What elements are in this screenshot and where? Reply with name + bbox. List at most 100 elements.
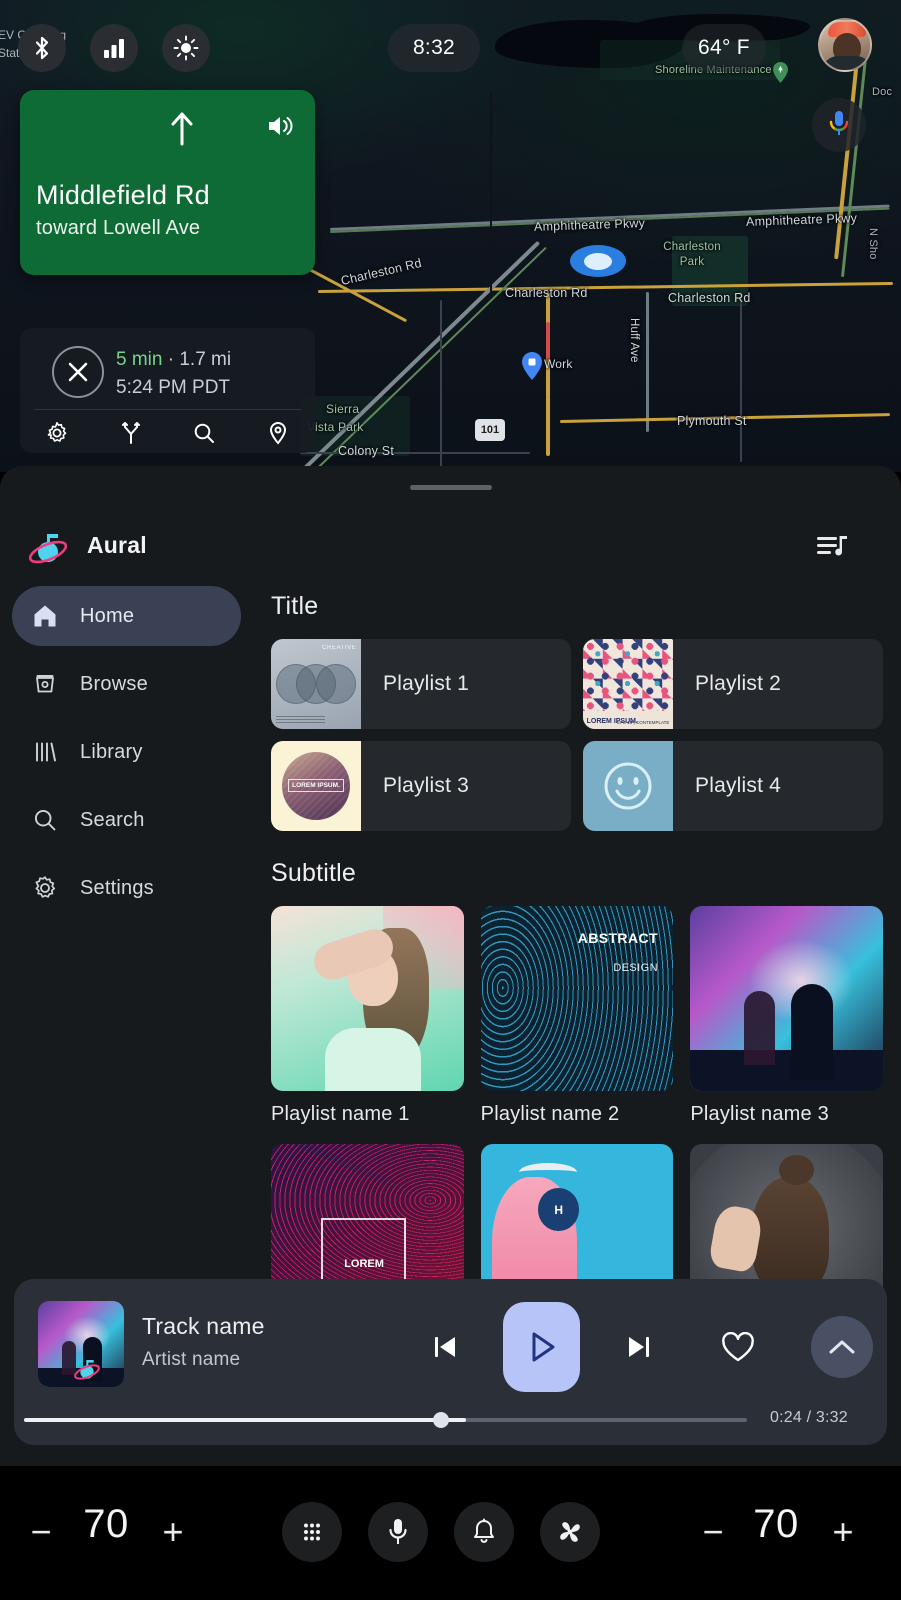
assistant-mic-icon — [829, 111, 849, 135]
map-road-minor — [740, 292, 742, 462]
art-label-small: EPS 10 | CONTEMPLATE — [617, 719, 670, 725]
nav-settings-button[interactable] — [20, 421, 94, 445]
playlist-card-label: Playlist name 2 — [480, 1103, 620, 1125]
nav-tools-row — [20, 414, 315, 452]
section-title: Title — [271, 592, 319, 620]
bluetooth-icon — [35, 36, 49, 60]
playlist-artwork: ABSTRACT DESIGN — [480, 906, 674, 1091]
nav-destination-button[interactable] — [241, 421, 315, 445]
notifications-button[interactable] — [454, 1502, 514, 1562]
app-header: Aural — [0, 514, 901, 578]
sidebar-item-library[interactable]: Library — [12, 722, 241, 782]
right-volume-down-button[interactable]: − — [692, 1508, 734, 1556]
section-subtitle: Subtitle — [271, 859, 356, 887]
art-label: CREATIVE — [322, 645, 357, 652]
map-road-minor — [300, 452, 530, 454]
location-pin-icon — [270, 421, 287, 445]
map-route-traffic — [546, 322, 550, 360]
map-label: Charleston Rd — [668, 291, 751, 305]
playlist-row-label: Playlist 2 — [695, 672, 782, 695]
playlist-row-grid: CREATIVE Playlist 1 LOREM IPSUM. EPS 10 … — [255, 639, 901, 831]
playback-time-label: 0:24 / 3:32 — [770, 1409, 848, 1426]
navigation-instruction-card[interactable]: Middlefield Rd toward Lowell Ave — [20, 90, 315, 275]
status-temperature[interactable]: 64° F — [682, 24, 766, 72]
playlist-card[interactable]: Playlist name 1 — [271, 906, 464, 1126]
playback-progress-fill — [24, 1418, 466, 1422]
playlist-row-card[interactable]: LOREM IPSUM. EPS 10 | CONTEMPLATE Playli… — [583, 639, 883, 729]
apps-grid-icon — [304, 1523, 320, 1541]
playlist-card[interactable]: Playlist name 3 — [690, 906, 883, 1126]
map-label: Sierra — [326, 402, 360, 416]
left-volume-down-button[interactable]: − — [20, 1508, 62, 1556]
assistant-mic-button[interactable] — [812, 98, 866, 152]
expand-player-button[interactable] — [811, 1316, 873, 1378]
signal-button[interactable] — [90, 24, 138, 72]
now-playing-track: Track name — [142, 1313, 265, 1339]
playlist-thumbnail: LOREM IPSUM. — [271, 741, 361, 831]
playback-progress-track[interactable] — [24, 1418, 747, 1422]
status-bar: EV Charging Station 8:32 64° F — [0, 0, 901, 84]
heart-outline-icon — [722, 1331, 754, 1361]
map-label: Vista Park — [307, 420, 364, 434]
map-work-pin[interactable] — [522, 352, 542, 380]
art-label: H — [538, 1188, 579, 1231]
playlist-row-card[interactable]: Playlist 4 — [583, 741, 883, 831]
map-label: Charleston Park — [663, 241, 721, 268]
sidebar-item-label: Library — [80, 740, 143, 763]
home-icon — [30, 601, 60, 631]
nav-search-button[interactable] — [168, 421, 242, 445]
playlist-row-card[interactable]: CREATIVE Playlist 1 — [271, 639, 571, 729]
playlist-thumbnail: CREATIVE — [271, 639, 361, 729]
chevron-up-icon — [829, 1340, 855, 1354]
panel-drag-handle[interactable] — [409, 485, 492, 490]
playlist-thumbnail — [583, 741, 673, 831]
straight-arrow-icon — [168, 112, 196, 151]
nav-routes-button[interactable] — [94, 421, 168, 445]
aural-logo-icon — [24, 522, 72, 570]
volume-on-icon[interactable] — [267, 114, 295, 143]
assistant-button[interactable] — [368, 1502, 428, 1562]
bluetooth-button[interactable] — [18, 24, 66, 72]
aural-logo-icon — [71, 1353, 102, 1384]
playlist-row-card[interactable]: LOREM IPSUM. Playlist 3 — [271, 741, 571, 831]
playlist-card[interactable]: ABSTRACT DESIGN Playlist name 2 — [480, 906, 674, 1126]
sidebar-item-label: Search — [80, 808, 145, 831]
library-icon — [30, 737, 60, 767]
queue-list-button[interactable] — [815, 532, 855, 566]
apps-button[interactable] — [282, 1502, 342, 1562]
skip-next-button[interactable] — [618, 1326, 660, 1368]
sidebar-item-home[interactable]: Home — [12, 586, 241, 646]
play-button[interactable] — [503, 1302, 580, 1392]
system-bottom-bar: − 70 + − 70 + — [0, 1466, 901, 1600]
right-volume-up-button[interactable]: + — [822, 1508, 864, 1556]
map-label: Huff Ave — [628, 318, 640, 363]
navigation-eta-card: 5 min · 1.7 mi 5:24 PM PDT — [20, 328, 315, 453]
end-navigation-button[interactable] — [52, 346, 104, 398]
skip-previous-button[interactable] — [424, 1326, 466, 1368]
now-playing-artwork[interactable] — [38, 1301, 124, 1387]
search-icon — [30, 805, 60, 835]
left-volume-up-button[interactable]: + — [152, 1508, 194, 1556]
nav-toward-text: toward Lowell Ave — [36, 217, 201, 239]
map-road-minor — [440, 300, 442, 470]
smiley-icon — [604, 762, 652, 810]
like-button[interactable] — [716, 1325, 760, 1369]
sidebar-item-search[interactable]: Search — [12, 790, 241, 850]
art-label: ABSTRACT — [577, 930, 658, 947]
avatar[interactable] — [818, 18, 872, 72]
fan-icon — [560, 1522, 580, 1542]
settings-gear-icon — [47, 422, 67, 442]
art-label: LOREM IPSUM. — [288, 779, 344, 793]
climate-button[interactable] — [540, 1502, 600, 1562]
map-highway-shield-101: 101 — [475, 419, 505, 441]
map-current-location-marker — [570, 245, 626, 277]
route-alternatives-icon — [121, 422, 140, 444]
map-label: Colony St — [338, 444, 394, 458]
sidebar-item-browse[interactable]: Browse — [12, 654, 241, 714]
status-clock: 8:32 — [388, 24, 480, 72]
playback-progress-knob[interactable] — [433, 1412, 449, 1428]
eta-arrival-time: 5:24 PM PDT — [116, 377, 231, 398]
sidebar-item-settings[interactable]: Settings — [12, 858, 241, 918]
brightness-button[interactable] — [162, 24, 210, 72]
playlist-artwork — [690, 906, 883, 1091]
